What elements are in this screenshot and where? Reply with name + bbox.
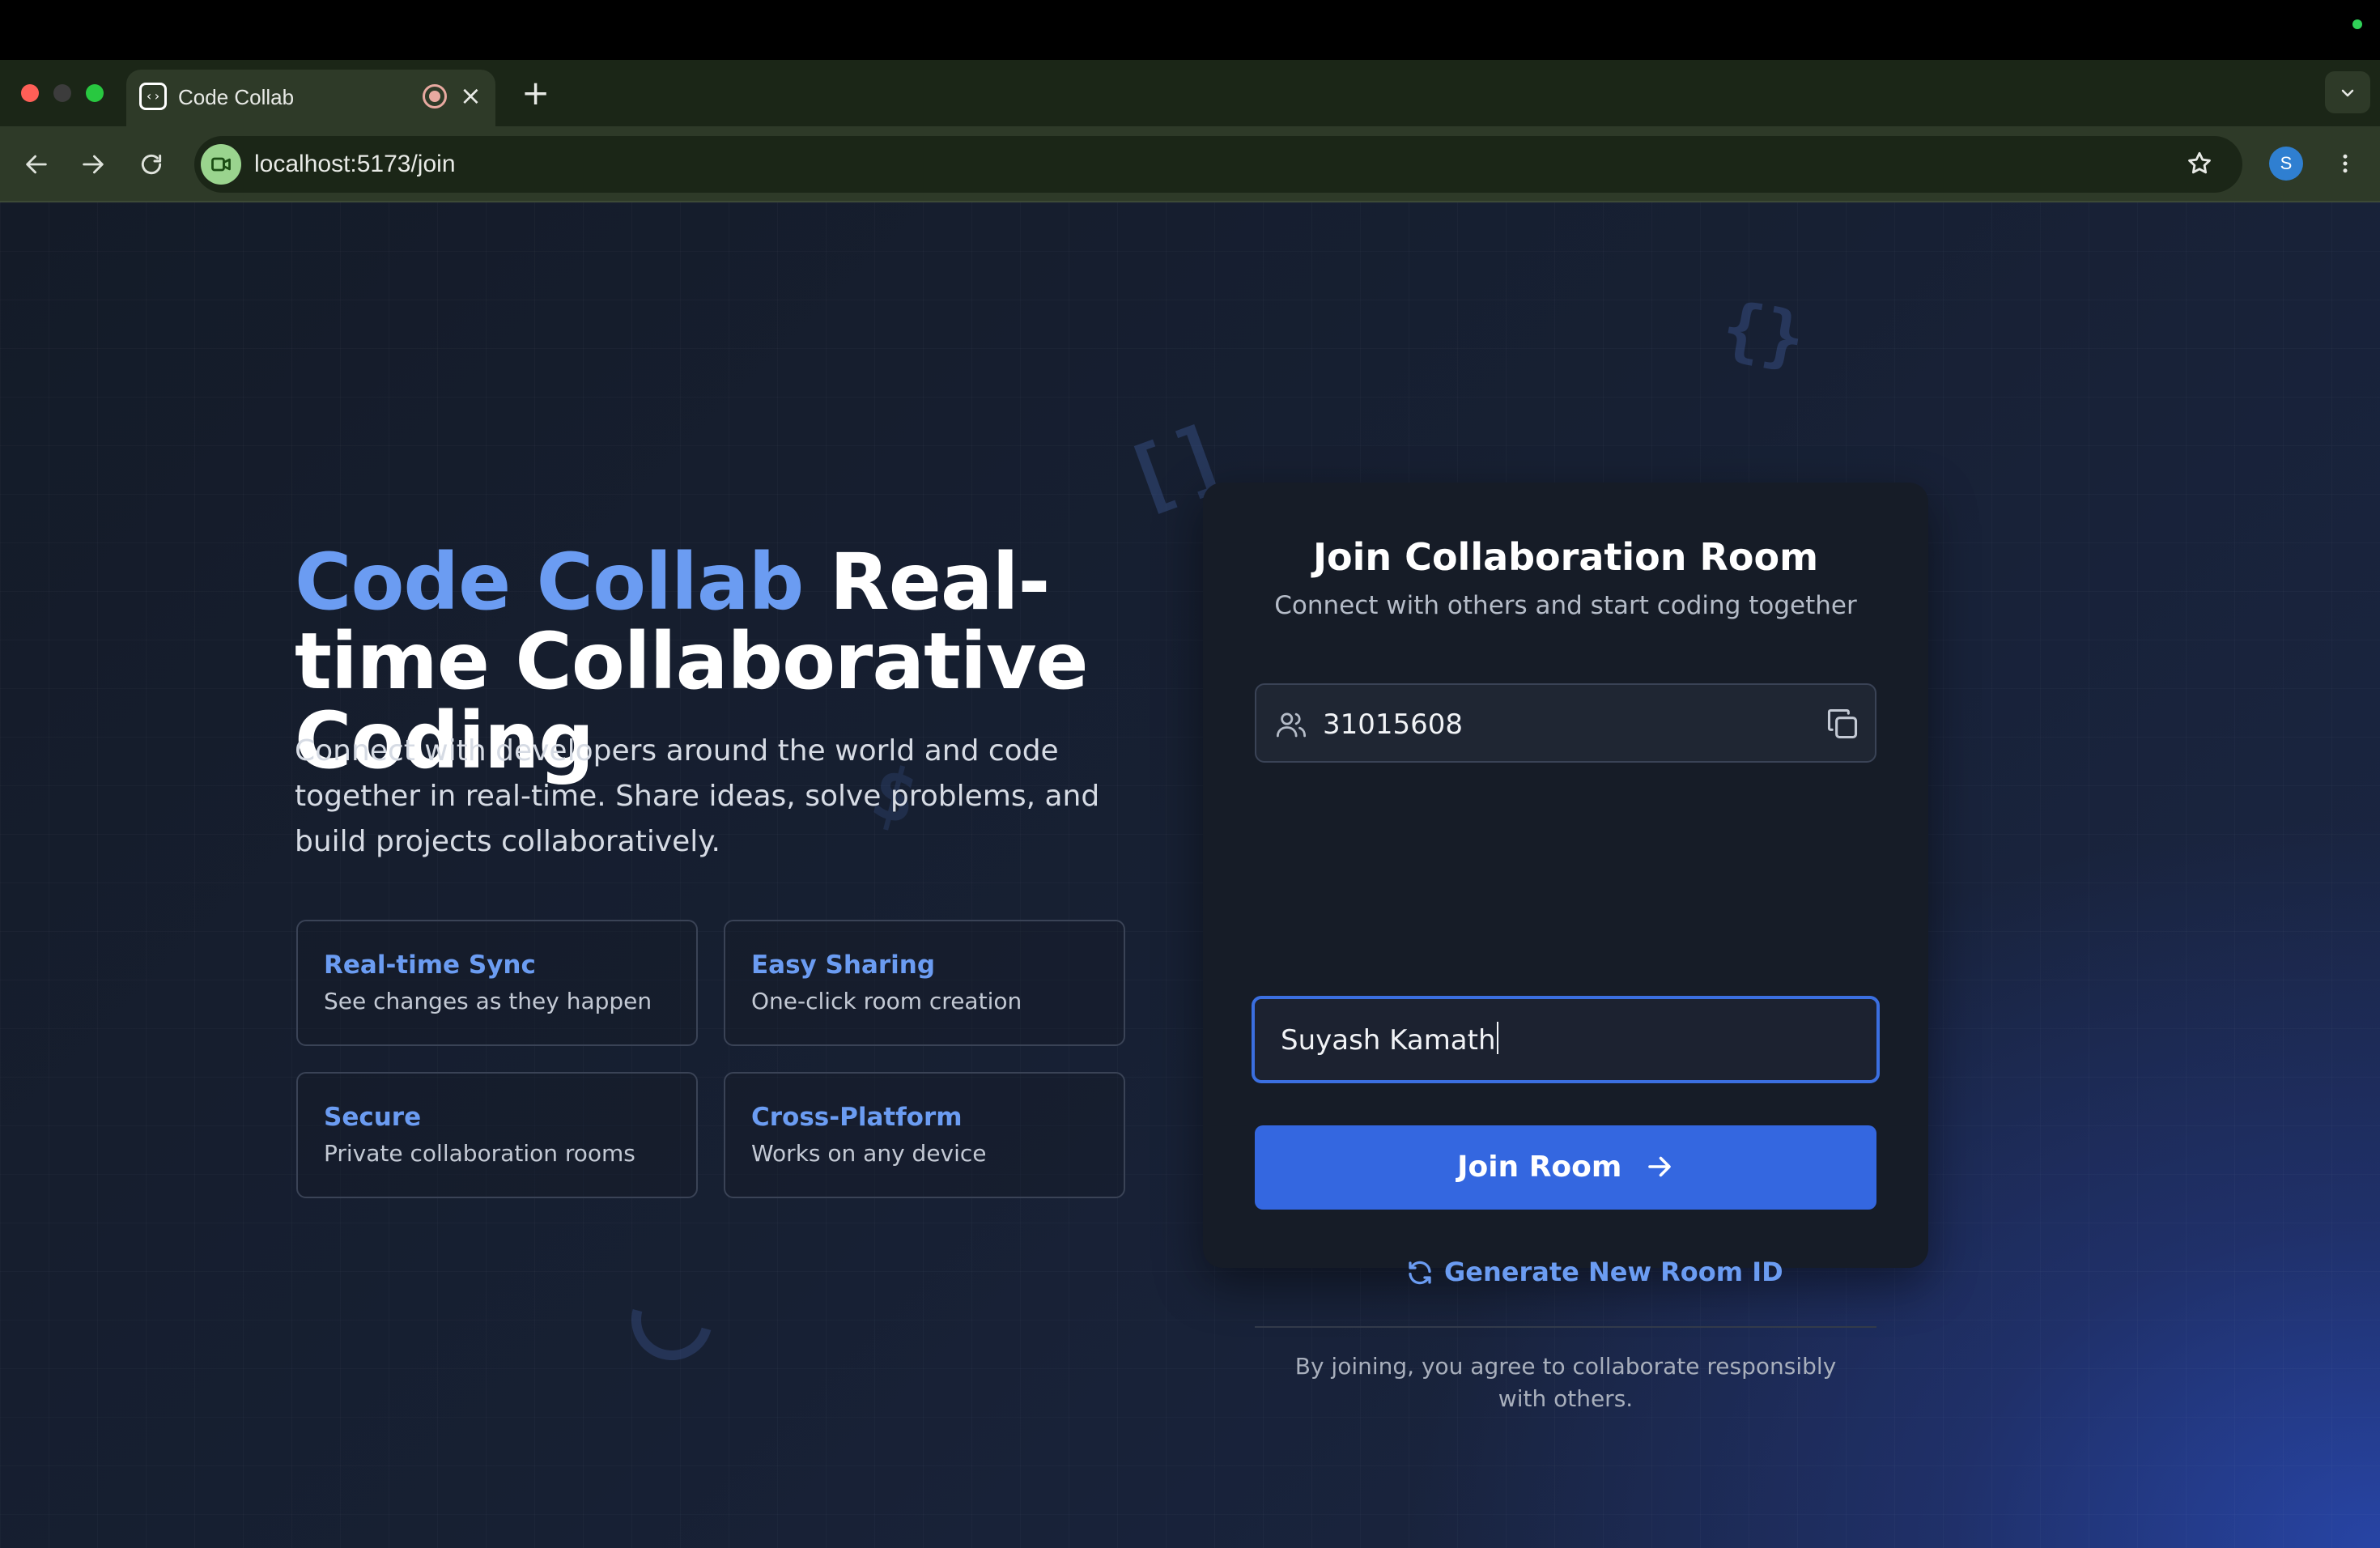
feature-title: Real-time Sync (324, 950, 536, 980)
camera-icon (211, 157, 231, 172)
card-title: Join Collaboration Room (1312, 535, 1819, 579)
tab-close-button[interactable]: × (460, 79, 482, 112)
card-subtitle: Connect with others and start coding tog… (1274, 591, 1857, 620)
feature-subtitle: See changes as they happen (324, 988, 652, 1014)
card-footer-note: By joining, you agree to collaborate res… (1294, 1353, 1837, 1412)
site-info-icon[interactable] (201, 144, 241, 185)
browser-menu-button[interactable] (2333, 142, 2357, 188)
os-menu-bar (0, 0, 2380, 60)
recording-indicator-icon (423, 84, 447, 108)
feature-card-realtime-sync: Real-time Sync See changes as they happe… (296, 920, 698, 1046)
feature-card-easy-sharing: Easy Sharing One-click room creation (724, 920, 1125, 1046)
tab-title: Code Collab (178, 85, 295, 109)
generate-room-id-label: Generate New Room ID (1444, 1257, 1783, 1287)
join-page: {} [] $ Code Collab Real-time Collaborat… (0, 202, 2380, 1548)
window-maximize-button[interactable] (86, 84, 104, 102)
profile-avatar[interactable]: S (2269, 147, 2303, 181)
reload-icon (141, 154, 162, 175)
card-divider (1255, 1326, 1876, 1328)
new-tab-button[interactable]: + (521, 73, 550, 113)
arrow-right-icon (1648, 1156, 1671, 1177)
feature-title: Easy Sharing (751, 950, 936, 980)
chevron-down-icon (2341, 89, 2354, 97)
username-text: Suyash Kamath (1281, 1024, 1496, 1057)
username-input[interactable]: Suyash Kamath (1252, 996, 1880, 1083)
join-room-text: Join Room (1457, 1150, 1622, 1184)
browser-tab-active[interactable]: ‹› Code Collab × (126, 70, 495, 126)
join-room-button[interactable]: Join Room (1255, 1125, 1876, 1210)
room-id-value: 31015608 (1323, 708, 1464, 741)
code-favicon-icon: ‹› (139, 83, 167, 110)
copy-icon[interactable] (1825, 706, 1860, 742)
status-dot-icon (2352, 19, 2362, 29)
decorative-arc-icon (616, 1264, 728, 1376)
bookmark-star-icon (2188, 151, 2211, 174)
feature-title: Secure (324, 1103, 422, 1132)
tab-search-button[interactable] (2325, 71, 2370, 113)
text-caret (1496, 1022, 1498, 1054)
forward-button[interactable] (73, 144, 113, 188)
feature-subtitle: Private collaboration rooms (324, 1140, 635, 1167)
decorative-braces-icon: {} (1716, 286, 1811, 380)
hero-brand: Code Collab (295, 537, 804, 627)
arrow-left-icon (26, 155, 47, 174)
join-room-label: Join Room (1255, 1148, 1876, 1187)
feature-subtitle: One-click room creation (751, 988, 1022, 1014)
url-text: localhost:5173/join (254, 151, 456, 177)
feature-subtitle: Works on any device (751, 1140, 987, 1167)
window-close-button[interactable] (21, 84, 39, 102)
feature-card-secure: Secure Private collaboration rooms (296, 1072, 698, 1198)
window-minimize-button[interactable] (53, 84, 71, 102)
join-room-card: Join Collaboration Room Connect with oth… (1203, 483, 1928, 1412)
back-button[interactable] (16, 144, 57, 188)
address-bar[interactable]: localhost:5173/join (194, 136, 2242, 193)
hero-description: Connect with developers around the world… (295, 734, 1100, 858)
generate-room-id-button[interactable]: Generate New Room ID (1255, 1250, 1876, 1295)
feature-card-cross-platform: Cross-Platform Works on any device (724, 1072, 1125, 1198)
reload-button[interactable] (131, 144, 172, 187)
username-value: Suyash Kamath (1281, 1022, 1498, 1059)
refresh-icon (1409, 1261, 1431, 1285)
users-icon (1276, 712, 1307, 738)
kebab-menu-icon (2343, 154, 2348, 173)
room-id-field[interactable]: 31015608 (1255, 683, 1876, 763)
arrow-right-icon (83, 155, 104, 174)
bookmark-button[interactable] (2186, 142, 2213, 188)
feature-title: Cross-Platform (751, 1103, 963, 1132)
